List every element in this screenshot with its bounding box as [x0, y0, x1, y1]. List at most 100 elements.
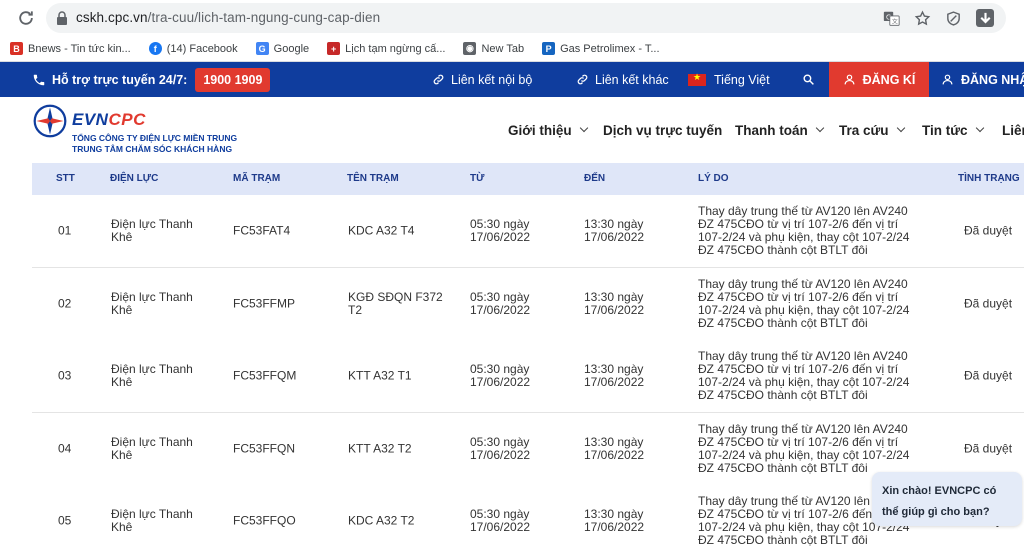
cell-stt: 04: [58, 441, 72, 455]
hotline-label: Hỗ trợ trực tuyến 24/7:: [52, 72, 188, 87]
cell-ten-tram: KGĐ SĐQN F372 T2: [348, 289, 443, 317]
cell-stt: 05: [58, 513, 72, 528]
bookmark-star-icon[interactable]: [914, 9, 931, 27]
bookmark-item[interactable]: B Bnews - Tin tức kin...: [10, 42, 131, 55]
cell-den: 13:30 ngày 17/06/2022: [584, 362, 645, 389]
link-icon: [577, 74, 588, 85]
site-info-icon[interactable]: [56, 11, 68, 25]
table-row: 02 Điện lực Thanh Khê FC53FFMP KGĐ SĐQN F37…: [32, 267, 1024, 341]
cell-stt: 01: [58, 223, 72, 238]
brand-name[interactable]: EVNCPC: [72, 110, 146, 130]
register-button[interactable]: ĐĂNG KÍ: [829, 62, 929, 97]
bnews-icon: B: [10, 42, 23, 55]
cell-ly-do: Thay dây trung thế từ AV120 lên AV240 ĐZ…: [698, 204, 910, 257]
language-selector[interactable]: Tiếng Việt: [688, 62, 770, 97]
cell-dien-luc: Điện lực Thanh Khê: [111, 217, 193, 244]
bookmark-item[interactable]: P Gas Petrolimex - T...: [542, 42, 660, 55]
cell-den: 13:30 ngày 17/06/2022: [584, 434, 645, 462]
bookmark-item[interactable]: f (14) Facebook: [148, 42, 238, 55]
col-stt: STT: [56, 173, 75, 184]
cell-tinh-trang: Đã duyệt: [964, 441, 1013, 455]
bookmark-label: New Tab: [481, 42, 525, 55]
col-tu: TỪ: [470, 173, 485, 184]
browser-toolbar: cskh.cpc.vn/tra-cuu/lich-tam-ngung-cung-…: [0, 0, 1024, 36]
download-icon[interactable]: [976, 9, 994, 27]
table-row: 03 Điện lực Thanh Khê FC53FFQM KTT A32 T1 05…: [32, 340, 1024, 413]
chat-widget-bubble[interactable]: Xin chào! EVNCPC có thể giúp gì cho bạn?: [872, 472, 1022, 526]
cell-stt: 02: [58, 296, 72, 310]
reload-icon[interactable]: [16, 8, 36, 28]
evn-icon: +: [327, 42, 341, 55]
user-icon: [844, 74, 855, 85]
cell-tu: 05:30 ngày 17/06/2022: [470, 217, 531, 244]
vietnam-flag-icon: [688, 72, 706, 86]
evn-logo-icon[interactable]: [32, 103, 68, 139]
cell-tinh-trang: Đã duyệt: [964, 368, 1013, 383]
cell-ten-tram: KTT A32 T2: [348, 441, 412, 455]
col-dien-luc: ĐIỆN LỰC: [110, 173, 159, 184]
url-text[interactable]: cskh.cpc.vn/tra-cuu/lich-tam-ngung-cung-…: [76, 10, 380, 25]
cell-den: 13:30 ngày 17/06/2022: [584, 507, 645, 534]
bookmark-item[interactable]: G Google: [255, 42, 310, 55]
cell-dien-luc: Điện lực Thanh Khê: [111, 362, 193, 389]
internal-links-button[interactable]: Liên kết nội bộ: [432, 62, 532, 97]
cell-tinh-trang: Đã duyệt: [964, 296, 1013, 310]
col-tinh-trang: TÌNH TRẠNG: [958, 173, 1020, 184]
col-den: ĐẾN: [584, 173, 606, 184]
other-links-button[interactable]: Liên kết khác: [576, 62, 669, 97]
chevron-down-icon: [579, 123, 588, 133]
cell-ly-do: Thay dây trung thế từ AV120 lên AV240 ĐZ…: [698, 276, 910, 330]
cell-ma-tram: FC53FFQN: [233, 441, 296, 455]
hotline-number[interactable]: 1900 1909: [195, 67, 271, 92]
cell-ma-tram: FC53FFQM: [233, 368, 297, 383]
cell-den: 13:30 ngày 17/06/2022: [584, 289, 645, 317]
bookmark-label: Lịch tạm ngừng cấ...: [345, 42, 446, 55]
cell-tu: 05:30 ngày 17/06/2022: [470, 289, 531, 317]
nav-thanh-toan[interactable]: Thanh toán: [735, 97, 824, 163]
translate-icon[interactable]: G文: [883, 10, 900, 27]
svg-text:文: 文: [892, 17, 898, 25]
user-icon: [942, 74, 953, 85]
cell-ten-tram: KDC A32 T4: [348, 223, 415, 238]
nav-tin-tuc[interactable]: Tin tức: [922, 97, 984, 163]
brand-subtitle-2: TRUNG TÂM CHĂM SÓC KHÁCH HÀNG: [72, 144, 233, 154]
col-ma-tram: MÃ TRẠM: [233, 173, 281, 184]
brand-subtitle-1: TỔNG CÔNG TY ĐIỆN LỰC MIỀN TRUNG: [72, 133, 238, 143]
search-button[interactable]: [802, 62, 821, 97]
chevron-down-icon: [975, 123, 984, 133]
table-row: 01 Điện lực Thanh Khê FC53FAT4 KDC A32 T4 05…: [32, 195, 1024, 268]
cell-stt: 03: [58, 368, 72, 383]
cell-tu: 05:30 ngày 17/06/2022: [470, 434, 531, 462]
nav-lien-he[interactable]: Liên: [1002, 97, 1024, 163]
login-button[interactable]: ĐĂNG NHẬP: [929, 62, 1024, 97]
nav-dich-vu-truc-tuyen[interactable]: Dịch vụ trực tuyến: [603, 97, 722, 163]
facebook-icon: f: [148, 42, 162, 55]
bookmark-item[interactable]: + Lịch tạm ngừng cấ...: [327, 42, 445, 55]
nav-tra-cuu[interactable]: Tra cứu: [839, 97, 905, 163]
bookmark-label: Bnews - Tin tức kin...: [28, 42, 131, 55]
chevron-down-icon: [815, 123, 824, 133]
link-icon: [433, 74, 444, 85]
phone-icon: [33, 74, 45, 85]
cell-tu: 05:30 ngày 17/06/2022: [470, 362, 531, 389]
cell-ly-do: Thay dây trung thế từ AV120 lên AV240 ĐZ…: [698, 349, 910, 402]
bookmark-label: (14) Facebook: [166, 42, 238, 55]
cell-ten-tram: KDC A32 T2: [348, 513, 415, 528]
shield-icon[interactable]: [945, 10, 962, 27]
globe-icon: ◉: [463, 42, 477, 55]
col-ly-do: LÝ DO: [698, 173, 729, 184]
cell-dien-luc: Điện lực Thanh Khê: [111, 289, 193, 317]
cell-tinh-trang: Đã duyệt: [964, 223, 1013, 238]
hotline: Hỗ trợ trực tuyến 24/7: 1900 1909: [32, 62, 271, 97]
nav-gioi-thieu[interactable]: Giới thiệu: [508, 97, 588, 163]
cell-tu: 05:30 ngày 17/06/2022: [470, 507, 531, 534]
cell-ma-tram: FC53FFQO: [233, 513, 296, 528]
site-header: EVNCPC TỔNG CÔNG TY ĐIỆN LỰC MIỀN TRUNG …: [0, 97, 1024, 163]
cell-dien-luc: Điện lực Thanh Khê: [111, 507, 193, 534]
cell-den: 13:30 ngày 17/06/2022: [584, 217, 645, 244]
cell-ma-tram: FC53FAT4: [233, 223, 291, 238]
chat-greeting-line-2: thể giúp gì cho bạn?: [882, 506, 990, 518]
bookmark-item[interactable]: ◉ New Tab: [463, 42, 524, 55]
address-bar[interactable]: cskh.cpc.vn/tra-cuu/lich-tam-ngung-cung-…: [46, 3, 1006, 33]
bookmark-label: Google: [273, 42, 310, 55]
